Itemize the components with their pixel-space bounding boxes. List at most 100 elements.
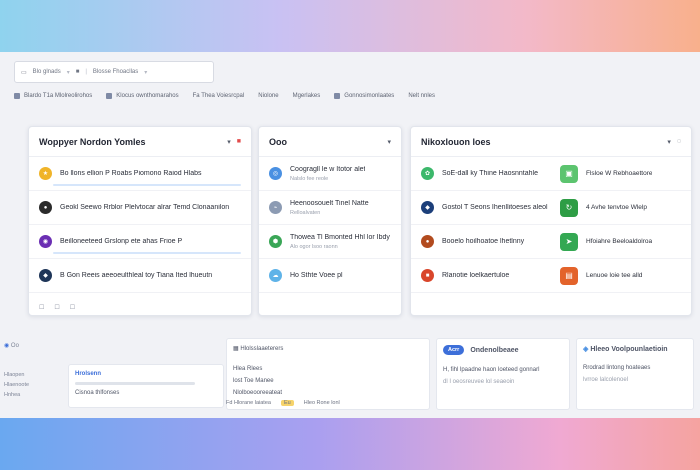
panel-header: Nikoxlouon loes ▾ ◌ xyxy=(411,127,691,157)
list-item[interactable]: ◆ B Gon Reeis aeeoeulthleal toy Tiana It… xyxy=(29,259,251,293)
list-item-detail: Hfoiahre Beeloaldolroa xyxy=(586,238,653,245)
chevron-down-icon[interactable]: ▾ xyxy=(144,69,147,76)
list-item-title: B Gon Reeis aeeoeulthleal toy Tiana Ited… xyxy=(60,272,213,279)
action-button[interactable]: Acrr xyxy=(443,345,465,355)
cloud-icon: ☁ xyxy=(269,269,282,282)
chevron-down-icon[interactable]: ▾ xyxy=(227,138,231,146)
list-item-subtitle: Relloalvaten xyxy=(290,209,321,216)
square-icon xyxy=(106,93,113,99)
toolbar-label: Fa Thea Voiesrcpal xyxy=(192,93,245,99)
toolbar-item-1[interactable]: Blardo T1a Mlolreolirohos xyxy=(14,93,92,99)
document-icon: ▤ xyxy=(560,266,578,285)
globe-icon: ◎ xyxy=(269,167,282,180)
toolbar-label: Gonnosimonlaates xyxy=(344,93,395,99)
list-item[interactable]: ■ Rlanotie loelkaertuloe ▤ Lenuoe loie t… xyxy=(411,259,691,293)
app-icon: ◆ xyxy=(39,269,52,282)
lower-card-4[interactable]: ◈ Hleeo Voolpounlaetioin Rrodrad lintong… xyxy=(576,338,694,410)
checkbox-icon[interactable]: ☐ xyxy=(70,304,75,311)
app-icon: ▣ xyxy=(560,164,578,183)
list-item-title: SoE-dall ky Thine Haosnntahle xyxy=(442,170,538,177)
lower-card-3[interactable]: Acrr Ondenolbeaee H, fihl lpaadne haon l… xyxy=(436,338,570,410)
app-icon: ■ xyxy=(421,269,434,282)
square-icon xyxy=(14,93,20,99)
list-item[interactable]: ● Geokl Seewo Rrblor Plelvtocar alrar Te… xyxy=(29,191,251,225)
list-item-detail: Flsloe W Rebhoaettore xyxy=(586,170,653,177)
list-item[interactable]: ★ Bo llons ellion P Roabs Piomono Raiod … xyxy=(29,157,251,191)
toolbar-label: Blardo T1a Mlolreolirohos xyxy=(24,93,93,99)
footer-tag-3[interactable]: Hleo Rone lonl xyxy=(304,400,340,406)
close-icon[interactable]: ■ xyxy=(237,138,241,145)
checkbox-icon[interactable]: ☐ xyxy=(39,304,44,311)
decorative-gradient-band xyxy=(0,418,700,470)
toolbar-item-7[interactable]: Nelt nnles xyxy=(408,93,435,99)
list-item[interactable]: ☁ Ho Sthte Voee pl xyxy=(259,259,401,293)
chevron-down-icon[interactable]: ▾ xyxy=(387,138,391,146)
panel-recent: Nikoxlouon loes ▾ ◌ ✿ SoE-dall ky Thine … xyxy=(410,126,692,316)
lower-card-1[interactable]: Hrolsenn Cisnoa thlfonses xyxy=(68,364,224,408)
side-label-1: Hlaopen xyxy=(4,372,25,378)
list-item-title: Gostol T Seons Ihenllitoeses aleol xyxy=(442,204,548,211)
toolbar-label: Nelt nnles xyxy=(408,93,435,99)
list-item[interactable]: ● Booelo hoilhoatoe lhetlnny ➤ Hfoiahre … xyxy=(411,225,691,259)
leaf-icon: ✿ xyxy=(421,167,434,180)
list-item-detail: Lenuoe loie tee alld xyxy=(586,272,643,279)
app-window: ▭ Blo glnads ▾ ■ | Blosse Fhoacllas ▾ Bl… xyxy=(0,52,700,418)
panel-actions: ▾ xyxy=(387,138,391,146)
list-item[interactable]: ◆ Gostol T Seons Ihenllitoeses aleol ↻ 4… xyxy=(411,191,691,225)
list-item[interactable]: ✿ SoE-dall ky Thine Haosnntahle ▣ Flsloe… xyxy=(411,157,691,191)
panel-notifications: Woppyer Nordon Yomles ▾ ■ ★ Bo llons ell… xyxy=(28,126,252,316)
flame-icon: ● xyxy=(421,235,434,248)
panel-title: Ooo xyxy=(269,136,287,147)
toolbar-item-3[interactable]: Fa Thea Voiesrcpal xyxy=(193,93,245,99)
menu-icon: ▭ xyxy=(21,69,27,76)
list-item-title: Geokl Seewo Rrblor Plelvtocar alrar Temd… xyxy=(60,204,230,211)
search-right-text: Blosse Fhoacllas xyxy=(92,69,139,75)
toolbar-item-2[interactable]: Klocus ownthomarahos xyxy=(106,93,179,99)
shield-icon: ⬢ xyxy=(269,235,282,248)
footer-tag-1[interactable]: Fd Hlorane laiatea xyxy=(226,400,271,406)
list-item[interactable]: ◉ Beilloneeteed Grslonp ete ahas Frioe P xyxy=(29,225,251,259)
footer-tag-2[interactable]: Eu xyxy=(280,400,294,406)
card-line-1: Rrodrad lintong hoateaes xyxy=(583,365,651,371)
divider xyxy=(53,252,241,254)
refresh-icon: ↻ xyxy=(560,198,578,217)
arrow-icon: ➤ xyxy=(560,232,578,251)
toolbar-label: Klocus ownthomarahos xyxy=(116,93,179,99)
toolbar-label: Mgerlakes xyxy=(292,93,321,99)
card-line-1: ▦ Hlolsslaaeterers xyxy=(233,345,423,352)
app-icon: ◆ xyxy=(421,201,434,214)
dropdown-chevron-icon[interactable]: ▾ xyxy=(67,69,70,76)
list-item-title: Booelo hoilhoatoe lhetlnny xyxy=(442,238,525,245)
square-icon xyxy=(334,93,341,99)
card-line-2: dl I oeosreuvee lol seaeoin xyxy=(443,379,515,385)
panel-actions: ▾ ◌ xyxy=(667,138,681,146)
chevron-down-icon[interactable]: ▾ xyxy=(667,138,671,146)
list-item-title: Thowea Tl Bmonted Hhl lor Ibdy llot xyxy=(290,233,391,241)
more-icon[interactable]: ◌ xyxy=(677,138,681,145)
checkbox-icon[interactable]: ☐ xyxy=(54,304,59,311)
toolbar-item-5[interactable]: Mgerlakes xyxy=(293,93,321,99)
toolbar-item-6[interactable]: Gonnosimonlaates xyxy=(334,93,394,99)
dot-icon: ◉ xyxy=(4,343,11,349)
avatar-icon: ● xyxy=(39,201,52,214)
card-line-4: Nlolboeooreeateat xyxy=(233,390,283,396)
top-bar: ▭ Blo glnads ▾ ■ | Blosse Fhoacllas ▾ xyxy=(14,60,700,84)
toolbar-item-4[interactable]: Niolone xyxy=(258,93,278,99)
list-item[interactable]: ◎ Coogragll le w Itotor alet Nalslo fee … xyxy=(259,157,401,191)
panel-header: Woppyer Nordon Yomles ▾ ■ xyxy=(29,127,251,157)
card-title-text: Hleeo Voolpounlaetioin xyxy=(590,346,668,353)
filter-icon: ■ xyxy=(75,69,80,75)
list-item-subtitle: Alo ogor lsoo raonn xyxy=(290,243,338,250)
star-icon: ★ xyxy=(39,167,52,180)
list-item-title: Rlanotie loelkaertuloe xyxy=(442,272,510,279)
toolbar-label: Niolone xyxy=(258,93,279,99)
side-label-2: Hlaenoote xyxy=(4,382,30,388)
search-input[interactable]: ▭ Blo glnads ▾ ■ | Blosse Fhoacllas ▾ xyxy=(14,61,214,83)
app-icon: ◉ xyxy=(39,235,52,248)
list-item-subtitle: Nalslo fee reole xyxy=(290,175,329,182)
list-item[interactable]: ⌁ Heenoosouelt Tinel Natte Relloalvaten xyxy=(259,191,401,225)
card-header: Acrr Ondenolbeaee xyxy=(443,345,563,355)
lower-left-label: ◉ Oo xyxy=(4,342,19,349)
list-item[interactable]: ⬢ Thowea Tl Bmonted Hhl lor Ibdy llot Al… xyxy=(259,225,401,259)
list-item-title: Ho Sthte Voee pl xyxy=(290,272,343,279)
